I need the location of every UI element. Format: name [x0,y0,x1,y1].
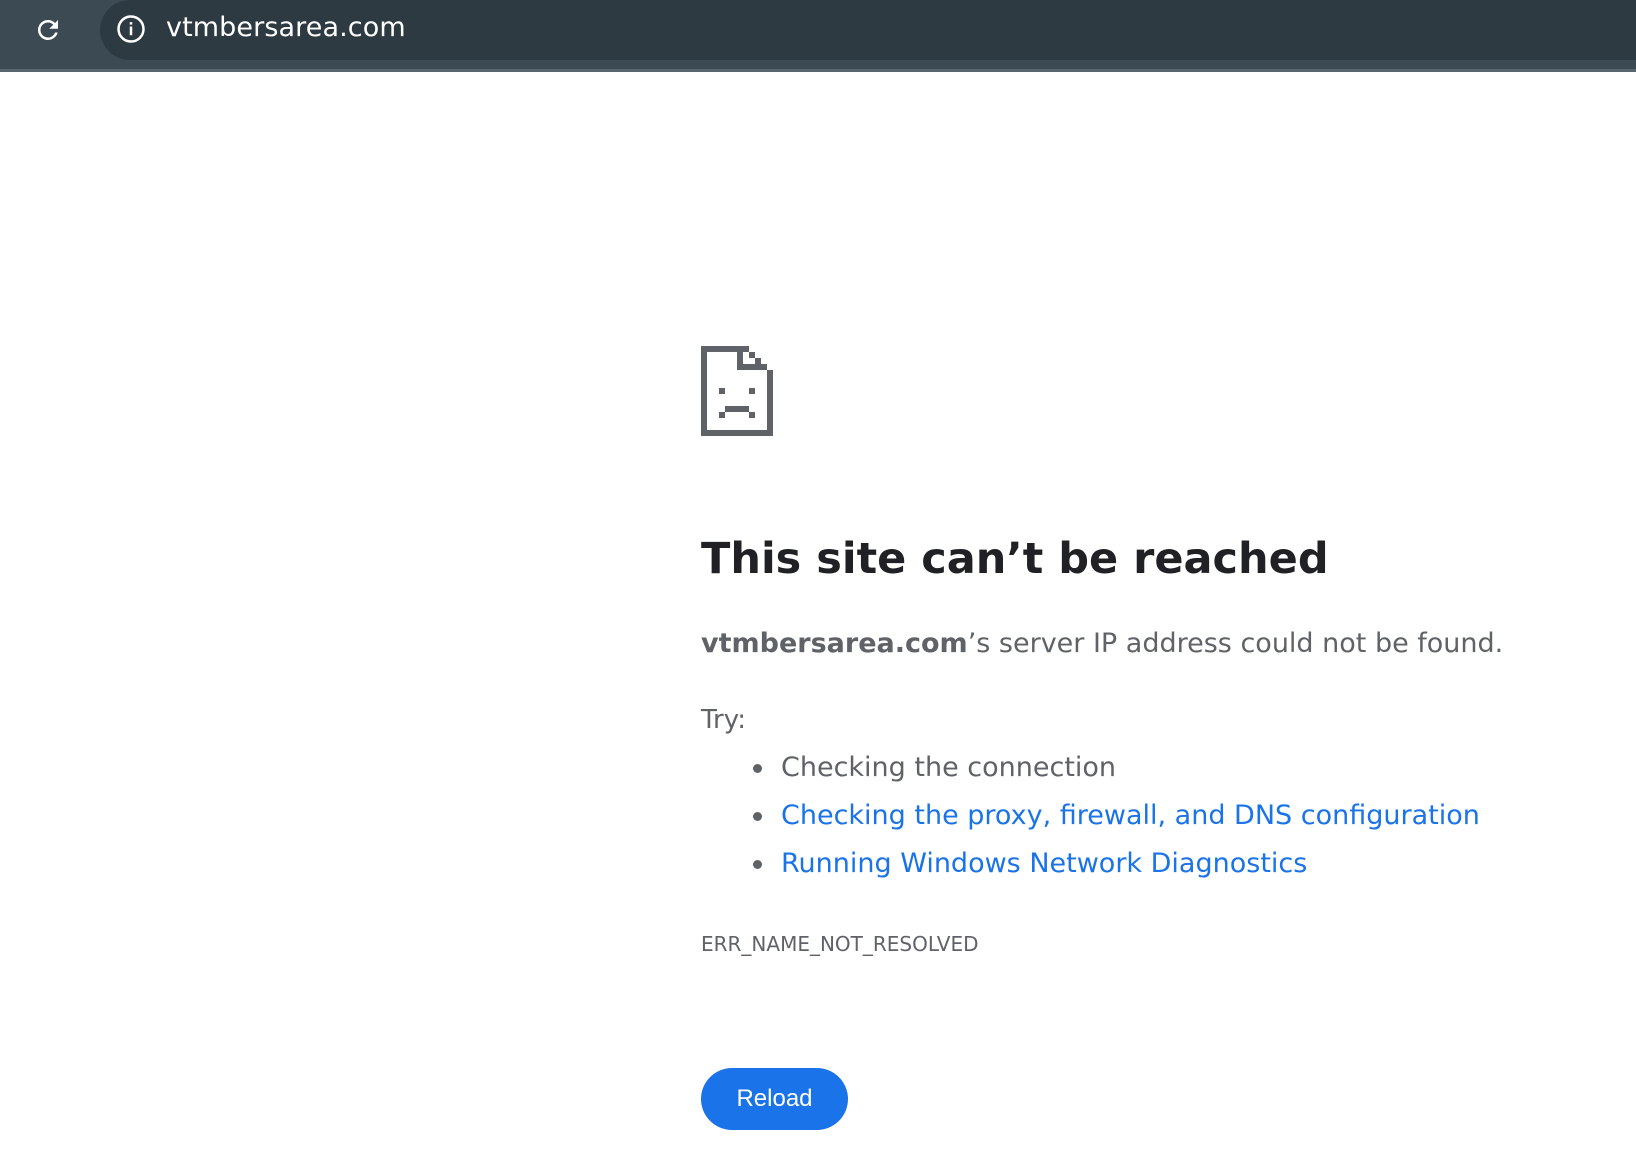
try-label: Try: [701,705,747,735]
error-code: ERR_NAME_NOT_RESOLVED [701,932,979,956]
network-diagnostics-link[interactable]: Running Windows Network Diagnostics [781,848,1307,879]
reload-button[interactable]: Reload [701,1068,848,1130]
proxy-firewall-dns-link[interactable]: Checking the proxy, firewall, and DNS co… [781,800,1480,831]
error-title: This site can’t be reached [701,534,1329,584]
reload-icon[interactable] [30,12,66,48]
browser-toolbar: vtmbersarea.com [0,0,1636,72]
suggestion-label: Checking the connection [781,752,1117,783]
bullet-icon [753,812,762,821]
url-text[interactable]: vtmbersarea.com [166,10,406,46]
suggestions-list: Checking the connection Checking the pro… [701,750,1480,894]
suggestion-check-connection: Checking the connection [701,750,1480,798]
address-bar[interactable]: vtmbersarea.com [100,0,1636,60]
error-host: vtmbersarea.com [701,628,968,659]
sad-page-icon [701,346,773,436]
bullet-icon [753,764,762,773]
suggestion-network-diagnostics: Running Windows Network Diagnostics [701,846,1480,894]
suggestion-check-proxy: Checking the proxy, firewall, and DNS co… [701,798,1480,846]
info-icon[interactable] [114,12,148,46]
error-message: vtmbersarea.com’s server IP address coul… [701,626,1503,662]
error-message-text: ’s server IP address could not be found. [967,628,1504,659]
bullet-icon [753,860,762,869]
